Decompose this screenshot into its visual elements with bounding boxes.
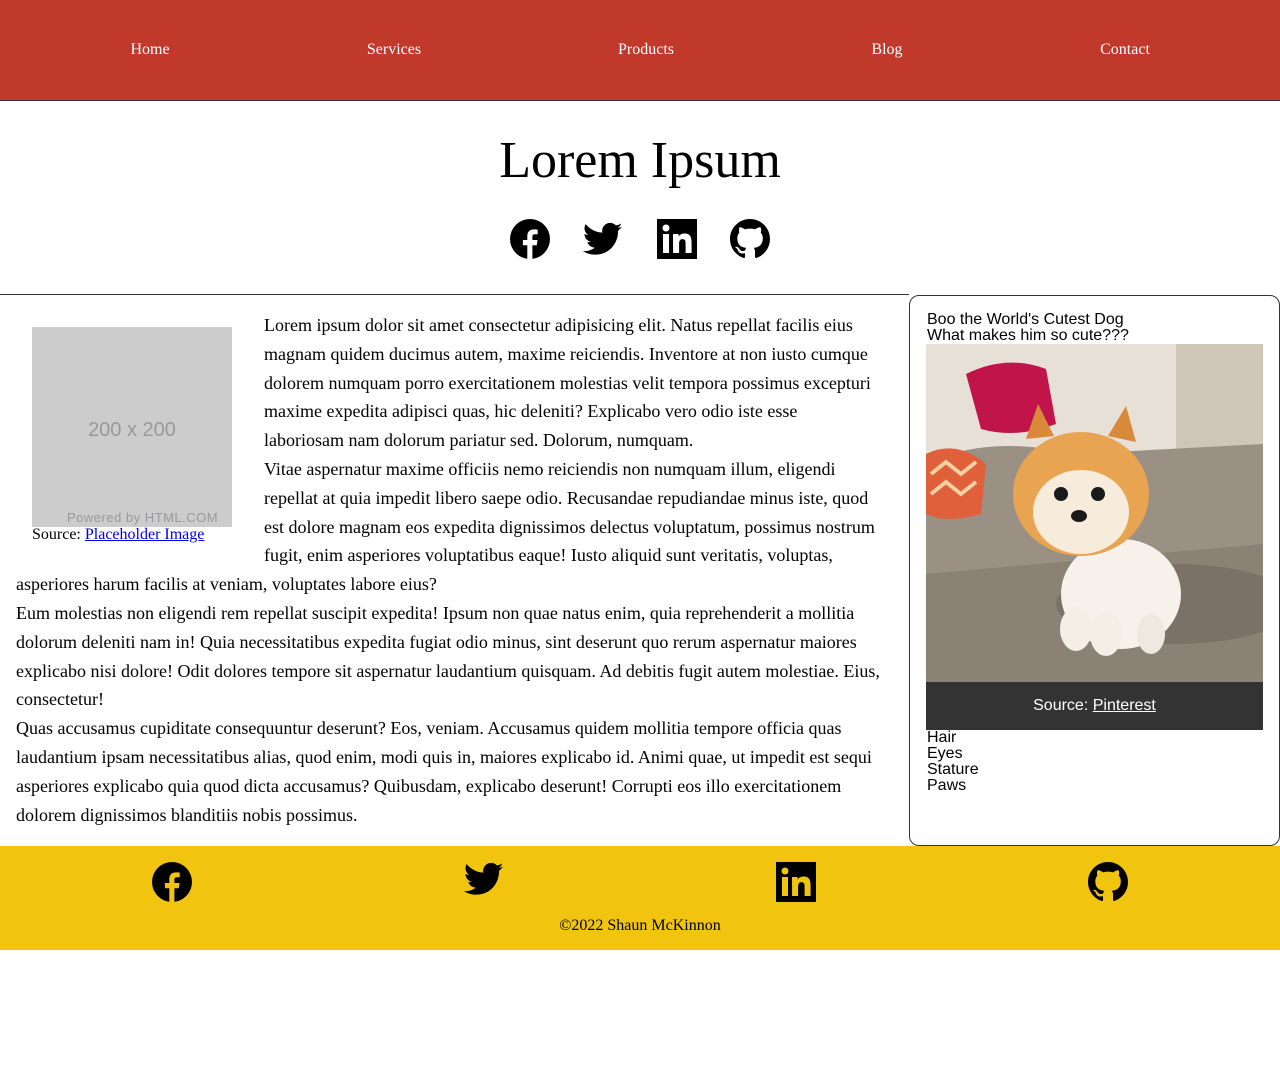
nav-products-link[interactable]: Products bbox=[618, 40, 674, 60]
header-social-links bbox=[0, 219, 1280, 259]
placeholder-dimensions: 200 x 200 bbox=[88, 419, 176, 441]
nav-blog-link[interactable]: Blog bbox=[871, 40, 902, 60]
nav-contact-link[interactable]: Contact bbox=[1100, 40, 1150, 60]
article-paragraph: Quas accusamus cupiditate consequuntur d… bbox=[16, 718, 872, 825]
top-nav: Home Services Products Blog Contact bbox=[0, 0, 1280, 101]
sidebar-list-item: Eyes bbox=[927, 745, 963, 762]
pinterest-source-link[interactable]: Pinterest bbox=[1093, 697, 1156, 714]
facebook-icon[interactable] bbox=[510, 219, 550, 259]
copyright-text: ©2022 Shaun McKinnon bbox=[559, 917, 721, 934]
main-article: 200 x 200 Powered by HTML.COM Source: Pl… bbox=[16, 311, 880, 829]
caption-prefix: Source: bbox=[1033, 697, 1093, 714]
header-divider bbox=[0, 294, 909, 295]
placeholder-figure: 200 x 200 Powered by HTML.COM Source: Pl… bbox=[32, 327, 248, 543]
sidebar-title: Boo the World's Cutest Dog bbox=[927, 311, 1124, 328]
sidebar-list-item: Hair bbox=[927, 729, 957, 746]
github-icon[interactable] bbox=[730, 219, 770, 259]
sidebar: Boo the World's Cutest Dog What makes hi… bbox=[909, 295, 1280, 846]
twitter-icon[interactable] bbox=[583, 219, 623, 259]
dog-photo-caption: Source: Pinterest bbox=[926, 682, 1263, 730]
sidebar-subtitle: What makes him so cute??? bbox=[927, 327, 1129, 344]
github-icon[interactable] bbox=[1088, 862, 1128, 902]
placeholder-image: 200 x 200 Powered by HTML.COM bbox=[32, 327, 232, 527]
sidebar-list-item: Stature bbox=[927, 761, 979, 778]
page-title: Lorem Ipsum bbox=[499, 132, 781, 189]
facebook-icon[interactable] bbox=[152, 862, 192, 902]
dog-photo bbox=[926, 344, 1263, 682]
twitter-icon[interactable] bbox=[464, 859, 504, 899]
nav-home-link[interactable]: Home bbox=[130, 40, 169, 60]
nav-services-link[interactable]: Services bbox=[367, 40, 421, 60]
article-paragraph: Eum molestias non eligendi rem repellat … bbox=[16, 602, 880, 710]
linkedin-icon[interactable] bbox=[776, 862, 816, 902]
sidebar-list-item: Paws bbox=[927, 777, 967, 794]
placeholder-powered-text: Powered by HTML.COM bbox=[67, 510, 219, 525]
linkedin-icon[interactable] bbox=[657, 219, 697, 259]
